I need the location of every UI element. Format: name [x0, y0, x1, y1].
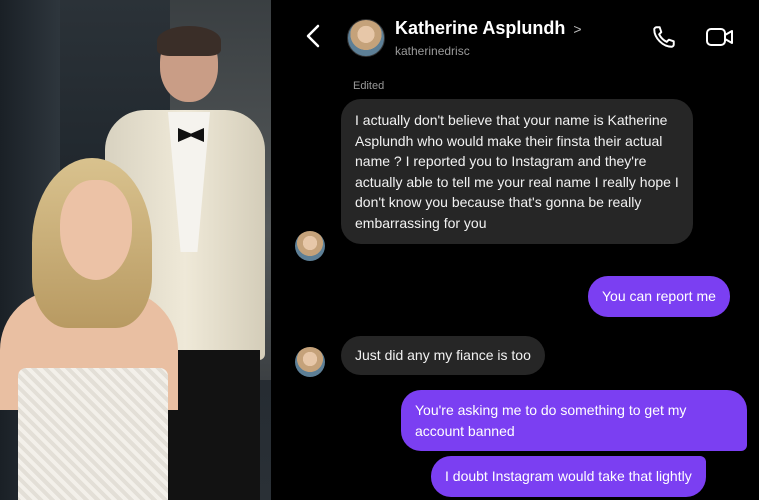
- bride-dress: [18, 368, 168, 500]
- video-camera-icon[interactable]: [705, 25, 735, 49]
- message-outgoing[interactable]: I doubt Instagram would take that lightl…: [431, 456, 706, 497]
- sender-avatar[interactable]: [295, 231, 325, 261]
- sender-avatar[interactable]: [295, 347, 325, 377]
- chevron-left-icon[interactable]: [305, 24, 321, 48]
- contact-avatar[interactable]: [347, 19, 385, 57]
- contact-name-text: Katherine Asplundh: [395, 18, 566, 38]
- chat-header: Katherine Asplundh > katherinedrisc: [271, 0, 759, 72]
- message-outgoing[interactable]: You can report me: [588, 276, 730, 317]
- contact-username: katherinedrisc: [395, 44, 470, 58]
- wedding-photo: [0, 0, 271, 500]
- chevron-right-icon: >: [573, 21, 582, 37]
- message-incoming[interactable]: Just did any my fiance is too: [341, 336, 545, 375]
- message-outgoing[interactable]: You're asking me to do something to get …: [401, 390, 747, 451]
- phone-icon[interactable]: [651, 24, 677, 50]
- message-incoming[interactable]: I actually don't believe that your name …: [341, 99, 693, 244]
- chat-panel: Katherine Asplundh > katherinedrisc Edite…: [271, 0, 759, 500]
- groom-hair: [157, 26, 221, 56]
- edited-label: Edited: [353, 80, 385, 92]
- bride-face: [60, 180, 132, 280]
- contact-name[interactable]: Katherine Asplundh >: [395, 18, 582, 39]
